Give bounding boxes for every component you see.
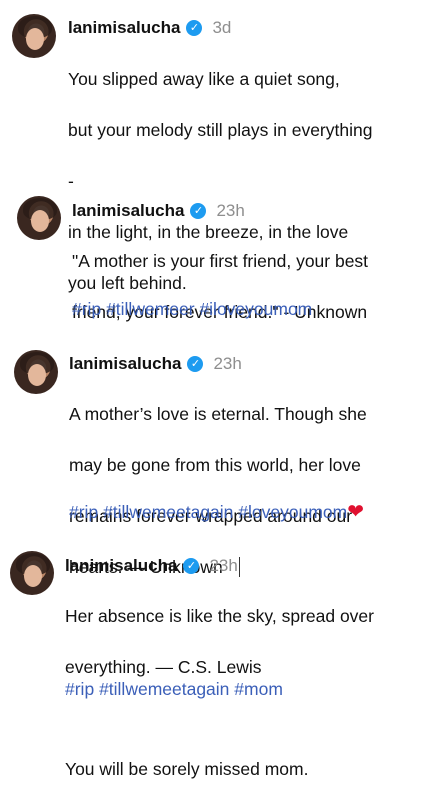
comment-line bbox=[65, 706, 410, 732]
avatar[interactable] bbox=[12, 14, 56, 58]
verified-badge-icon: ✓ bbox=[190, 203, 207, 219]
comment-header: lanimisalucha ✓ 23h bbox=[65, 556, 240, 577]
hashtag-link[interactable]: #rip bbox=[69, 502, 98, 522]
username[interactable]: lanimisalucha bbox=[69, 354, 181, 374]
username[interactable]: lanimisalucha bbox=[72, 201, 184, 221]
hashtag-link[interactable]: #tillwemeetagain bbox=[99, 679, 229, 699]
comment-header: lanimisalucha ✓ 3d bbox=[68, 18, 231, 38]
verified-badge-icon: ✓ bbox=[183, 558, 200, 575]
hashtags: #rip #tillwemeetagain #mom bbox=[65, 677, 283, 703]
timestamp[interactable]: 3d bbox=[212, 18, 231, 38]
timestamp[interactable]: 23h bbox=[209, 556, 240, 577]
text-cursor bbox=[238, 556, 240, 577]
hashtag-link[interactable]: #loveyoumom bbox=[238, 502, 347, 522]
hashtag-link[interactable]: #tillwemeer bbox=[106, 299, 195, 319]
red-heart-icon: ❤ bbox=[347, 501, 365, 523]
verified-badge-icon: ✓ bbox=[186, 20, 203, 36]
comment-header: lanimisalucha ✓ 23h bbox=[69, 354, 242, 374]
comment-header: lanimisalucha ✓ 23h bbox=[72, 201, 245, 221]
comment-line: A mother’s love is eternal. Though she bbox=[69, 403, 367, 424]
avatar[interactable] bbox=[10, 551, 54, 595]
hashtag-link[interactable]: #iloveyoumom bbox=[199, 299, 312, 319]
timestamp-text: 23h bbox=[209, 556, 238, 575]
comment-line: but your melody still plays in everythin… bbox=[68, 119, 373, 140]
comment-line: Her absence is like the sky, spread over bbox=[65, 605, 374, 626]
hashtag-link[interactable]: #mom bbox=[234, 679, 283, 699]
hashtags: #rip #tillwemeetagain #loveyoumom❤ bbox=[69, 500, 364, 526]
hashtag-link[interactable]: #tillwemeetagain bbox=[103, 502, 233, 522]
comment-line: may be gone from this world, her love bbox=[69, 454, 361, 475]
comment-line: "A mother is your first friend, your bes… bbox=[72, 250, 369, 271]
username[interactable]: lanimisalucha bbox=[65, 556, 177, 576]
comment-line: You slipped away like a quiet song, bbox=[68, 68, 340, 89]
comment-text: "A mother is your first friend, your bes… bbox=[72, 223, 417, 351]
verified-badge-icon: ✓ bbox=[187, 356, 204, 372]
timestamp[interactable]: 23h bbox=[216, 201, 244, 221]
comment-line: You will be sorely missed mom. bbox=[65, 758, 309, 779]
hashtag-link[interactable]: #rip bbox=[72, 299, 101, 319]
timestamp[interactable]: 23h bbox=[213, 354, 241, 374]
comment-line: - bbox=[68, 170, 74, 191]
avatar[interactable] bbox=[17, 196, 61, 240]
username[interactable]: lanimisalucha bbox=[68, 18, 180, 38]
avatar[interactable] bbox=[14, 350, 58, 394]
hashtag-link[interactable]: #rip bbox=[65, 679, 94, 699]
hashtags: #rip #tillwemeer #iloveyoumom bbox=[72, 297, 312, 323]
